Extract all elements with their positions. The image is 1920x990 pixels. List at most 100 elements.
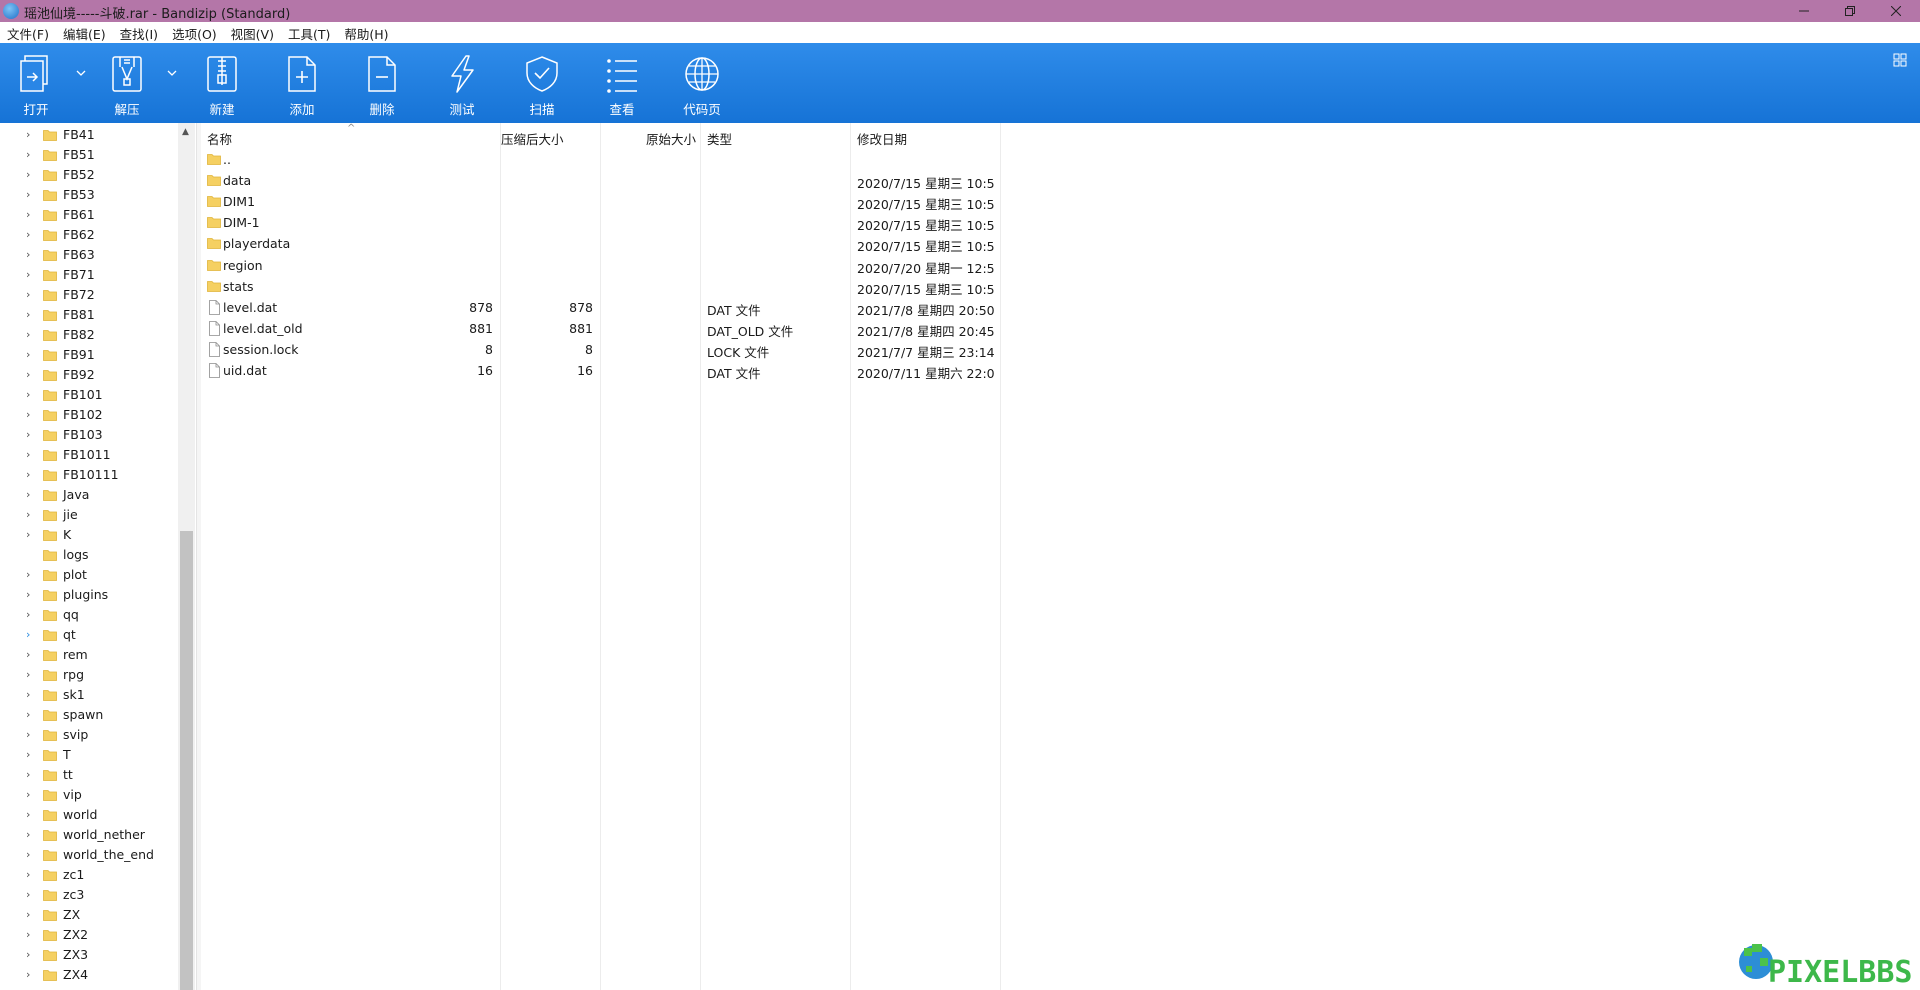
tree-item[interactable]: › FB91 [0, 345, 178, 365]
chevron-right-icon[interactable]: › [26, 389, 36, 401]
tree-item[interactable]: › ZX4 [0, 965, 178, 985]
menu-options[interactable]: 选项(O) [165, 22, 224, 43]
chevron-right-icon[interactable]: › [26, 129, 36, 141]
tree-item[interactable]: › zc3 [0, 885, 178, 905]
tree-item[interactable]: › ZX [0, 905, 178, 925]
tree-item[interactable]: › zc1 [0, 865, 178, 885]
file-row[interactable]: session.lock 8 8 LOCK 文件 2021/7/7 星期三 23:14.… [201, 339, 1001, 360]
chevron-right-icon[interactable]: › [26, 289, 36, 301]
chevron-right-icon[interactable]: › [26, 829, 36, 841]
folder-tree[interactable]: › FB41 › FB51 › FB52 › FB53 › FB61 › FB62 › FB63 › FB71… [0, 123, 196, 990]
tree-item[interactable]: › FB61 [0, 205, 178, 225]
column-original-size[interactable]: 原始大小 [646, 123, 696, 149]
chevron-right-icon[interactable]: › [26, 649, 36, 661]
file-row[interactable]: .. [201, 149, 1001, 170]
menu-edit[interactable]: 编辑(E) [56, 22, 113, 43]
chevron-right-icon[interactable]: › [26, 849, 36, 861]
tree-item[interactable]: › vip [0, 785, 178, 805]
chevron-right-icon[interactable]: › [26, 349, 36, 361]
chevron-right-icon[interactable]: › [26, 149, 36, 161]
file-row[interactable]: DIM-1 2020/7/15 星期三 10:5... [201, 212, 1001, 233]
tree-scrollbar-thumb[interactable] [180, 531, 193, 990]
tree-item[interactable]: › FB72 [0, 285, 178, 305]
tree-item[interactable]: › qq [0, 605, 178, 625]
open-button[interactable]: 打开 [1, 43, 71, 123]
chevron-right-icon[interactable]: › [26, 269, 36, 281]
menu-tools[interactable]: 工具(T) [281, 22, 337, 43]
codepage-button[interactable]: 代码页 [667, 43, 737, 123]
chevron-right-icon[interactable]: › [26, 369, 36, 381]
chevron-right-icon[interactable]: › [26, 189, 36, 201]
scroll-up-arrow-icon[interactable]: ▲ [182, 127, 189, 137]
chevron-right-icon[interactable]: › [26, 769, 36, 781]
chevron-right-icon[interactable]: › [26, 689, 36, 701]
chevron-right-icon[interactable]: › [26, 589, 36, 601]
test-button[interactable]: 测试 [427, 43, 497, 123]
chevron-right-icon[interactable]: › [26, 429, 36, 441]
tree-item[interactable]: › FB51 [0, 145, 178, 165]
chevron-right-icon[interactable]: › [26, 889, 36, 901]
add-button[interactable]: 添加 [267, 43, 337, 123]
chevron-right-icon[interactable]: › [26, 709, 36, 721]
chevron-right-icon[interactable]: › [26, 629, 36, 641]
file-row[interactable]: playerdata 2020/7/15 星期三 10:5... [201, 233, 1001, 254]
tree-item[interactable]: › world_nether [0, 825, 178, 845]
file-row[interactable]: region 2020/7/20 星期一 12:5... [201, 255, 1001, 276]
tree-item[interactable]: › tt [0, 765, 178, 785]
view-button[interactable]: 查看 [587, 43, 657, 123]
tree-item[interactable]: › FB10111 [0, 465, 178, 485]
tree-item[interactable]: › FB1011 [0, 445, 178, 465]
tree-item[interactable]: › rem [0, 645, 178, 665]
tree-item[interactable]: › FB53 [0, 185, 178, 205]
tree-item[interactable]: logs [0, 545, 178, 565]
chevron-right-icon[interactable]: › [26, 569, 36, 581]
chevron-right-icon[interactable]: › [26, 469, 36, 481]
bandizip-app-icon[interactable] [3, 3, 19, 19]
column-modified-date[interactable]: 修改日期 [857, 123, 907, 149]
tree-item[interactable]: › FB52 [0, 165, 178, 185]
chevron-right-icon[interactable]: › [26, 869, 36, 881]
menu-view[interactable]: 视图(V) [224, 22, 281, 43]
chevron-right-icon[interactable]: › [26, 909, 36, 921]
delete-button[interactable]: 删除 [347, 43, 417, 123]
file-row[interactable]: DIM1 2020/7/15 星期三 10:5... [201, 191, 1001, 212]
tree-item[interactable]: › plot [0, 565, 178, 585]
chevron-right-icon[interactable]: › [26, 509, 36, 521]
tree-scrollbar[interactable]: ▲ [178, 123, 195, 990]
tree-item[interactable]: › FB41 [0, 125, 178, 145]
tree-item[interactable]: › rpg [0, 665, 178, 685]
tree-item[interactable]: › sk1 [0, 685, 178, 705]
chevron-right-icon[interactable]: › [26, 729, 36, 741]
tree-item[interactable]: › ZX3 [0, 945, 178, 965]
chevron-right-icon[interactable]: › [26, 169, 36, 181]
tree-item[interactable]: › FB102 [0, 405, 178, 425]
tree-item[interactable]: › FB82 [0, 325, 178, 345]
file-list[interactable]: ^ 名称 压缩后大小 原始大小 类型 修改日期 .. data 2020/7/15 … [201, 123, 1920, 990]
tree-item[interactable]: › jie [0, 505, 178, 525]
chevron-right-icon[interactable]: › [26, 789, 36, 801]
file-row[interactable]: data 2020/7/15 星期三 10:5... [201, 170, 1001, 191]
chevron-right-icon[interactable]: › [26, 809, 36, 821]
menu-file[interactable]: 文件(F) [0, 22, 56, 43]
tree-item[interactable]: › FB92 [0, 365, 178, 385]
chevron-right-icon[interactable]: › [26, 329, 36, 341]
layout-grid-icon[interactable] [1893, 53, 1907, 67]
tree-item[interactable]: › T [0, 745, 178, 765]
extract-dropdown-chevron-down-icon[interactable] [167, 69, 179, 81]
tree-item[interactable]: › FB62 [0, 225, 178, 245]
file-row[interactable]: stats 2020/7/15 星期三 10:5... [201, 276, 1001, 297]
scan-button[interactable]: 扫描 [507, 43, 577, 123]
chevron-right-icon[interactable]: › [26, 609, 36, 621]
tree-item[interactable]: › FB71 [0, 265, 178, 285]
file-row[interactable]: level.dat 878 878 DAT 文件 2021/7/8 星期四 20:50.… [201, 297, 1001, 318]
restore-button[interactable] [1827, 0, 1873, 22]
tree-item[interactable]: › K [0, 525, 178, 545]
chevron-right-icon[interactable]: › [26, 669, 36, 681]
menu-find[interactable]: 查找(I) [113, 22, 165, 43]
new-archive-button[interactable]: 新建 [187, 43, 257, 123]
minimize-button[interactable] [1781, 0, 1827, 22]
tree-item[interactable]: › FB63 [0, 245, 178, 265]
tree-item[interactable]: › svip [0, 725, 178, 745]
chevron-right-icon[interactable]: › [26, 529, 36, 541]
tree-item[interactable]: › FB101 [0, 385, 178, 405]
